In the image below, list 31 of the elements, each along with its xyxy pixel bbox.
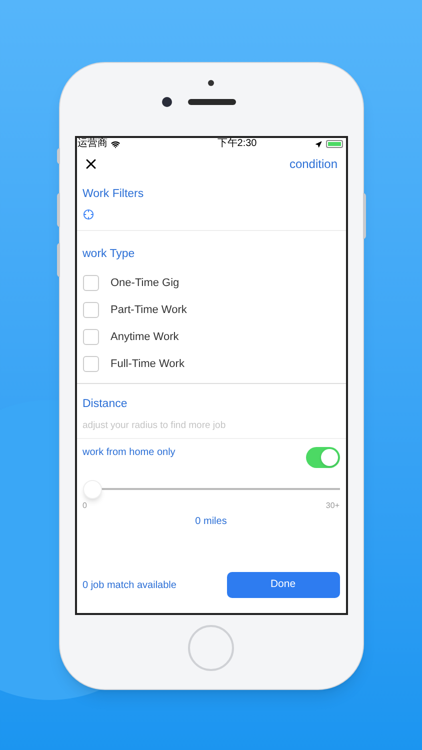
distance-reading: 0 miles — [195, 514, 227, 529]
done-button[interactable]: Done — [226, 572, 340, 598]
distance-slider[interactable] — [84, 480, 340, 499]
checkbox[interactable] — [82, 274, 98, 291]
checkbox-label: Full-Time Work — [110, 356, 184, 372]
battery-icon — [326, 140, 342, 148]
carrier-label: 运营商 — [78, 139, 108, 149]
checkbox[interactable] — [82, 356, 98, 372]
section-title: Work Filters — [82, 187, 145, 202]
speaker — [188, 99, 236, 105]
match-count: 0 job match available — [82, 578, 176, 592]
home-button[interactable] — [188, 625, 234, 671]
toggle-label: work from home only — [82, 446, 176, 460]
crosshair-icon — [82, 209, 94, 220]
location-arrow-icon — [314, 140, 322, 148]
slider-thumb[interactable] — [82, 480, 102, 499]
slider-min-label: 0 — [82, 500, 87, 512]
status-time: 下午2:30 — [217, 139, 257, 149]
camera — [162, 97, 172, 107]
hint-text: adjust your radius to find more job — [82, 418, 227, 432]
section-title: work Type — [82, 248, 135, 260]
toggle-switch[interactable] — [306, 446, 340, 468]
slider-max-label: 30+ — [326, 500, 340, 512]
condition-button[interactable]: condition — [289, 155, 338, 173]
checkbox-label: Part-Time Work — [110, 302, 187, 318]
checkbox[interactable] — [82, 302, 98, 318]
section-title: Distance — [82, 397, 128, 412]
checkbox[interactable] — [82, 328, 98, 345]
checkbox-label: One-Time Gig — [110, 276, 180, 290]
checkbox-label: Anytime Work — [110, 330, 179, 344]
wifi-icon — [110, 140, 120, 148]
